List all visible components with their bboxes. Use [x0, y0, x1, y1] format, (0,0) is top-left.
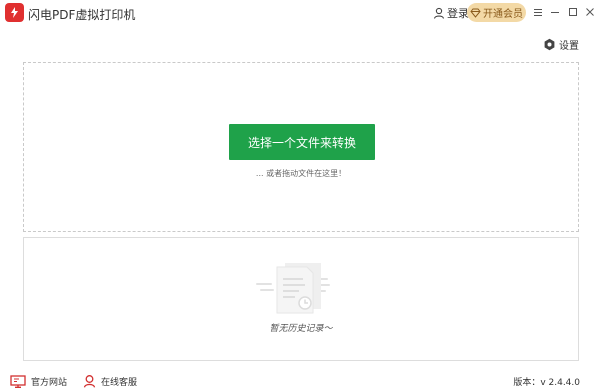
- history-panel: 暂无历史记录～: [23, 237, 579, 361]
- maximize-icon[interactable]: [566, 4, 580, 20]
- online-support-label: 在线客服: [101, 377, 138, 388]
- empty-document-icon: [256, 263, 330, 314]
- lightning-pdf-logo-icon: [5, 3, 24, 22]
- file-drop-zone[interactable]: 选择一个文件来转换 ... 或者拖动文件在这里！: [23, 62, 579, 232]
- customer-service-icon: [83, 375, 96, 388]
- version-text: 版本：v 2.4.4.0: [513, 378, 580, 388]
- history-empty-text: 暂无历史记录～: [269, 324, 333, 334]
- gear-icon: [544, 38, 555, 50]
- login-label: 登录: [447, 7, 469, 20]
- official-website-link[interactable]: 官方网站: [10, 373, 67, 389]
- login-button[interactable]: 登录: [433, 5, 469, 21]
- monitor-icon: [10, 374, 26, 388]
- select-file-button[interactable]: 选择一个文件来转换: [229, 124, 375, 160]
- official-website-label: 官方网站: [31, 377, 68, 388]
- menu-icon[interactable]: [531, 4, 545, 20]
- minimize-icon[interactable]: [548, 4, 562, 20]
- settings-label: 设置: [559, 40, 579, 52]
- title-bar: 闪电PDF虚拟打印机 登录 开通会员: [0, 0, 600, 26]
- online-support-link[interactable]: 在线客服: [83, 373, 137, 389]
- user-icon: [433, 7, 445, 19]
- diamond-icon: [470, 8, 481, 18]
- drop-hint: ... 或者拖动文件在这里！: [255, 169, 347, 178]
- app-title: 闪电PDF虚拟打印机: [28, 8, 136, 22]
- close-icon[interactable]: [583, 4, 597, 20]
- vip-button[interactable]: 开通会员: [467, 3, 526, 22]
- settings-button[interactable]: 设置: [543, 37, 579, 52]
- vip-label: 开通会员: [483, 9, 523, 20]
